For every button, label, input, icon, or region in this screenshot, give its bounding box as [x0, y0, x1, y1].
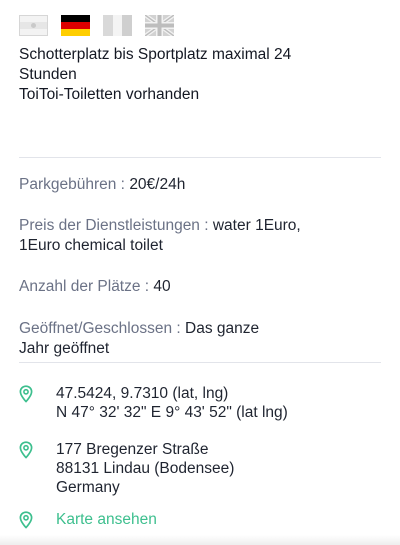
address-street: 177 Bregenzer Straße [56, 441, 209, 458]
spot-count-value: 40 [153, 278, 171, 295]
map-link-row: Karte ansehen [19, 510, 381, 529]
parking-fee-value: 20€/24h [129, 176, 186, 193]
divider [19, 157, 381, 158]
flag-icon[interactable] [103, 15, 132, 36]
parking-fee-label: Parkgebühren : [19, 176, 125, 193]
address: 177 Bregenzer Straße 88131 Lindau (Boden… [19, 440, 381, 497]
service-prices: Preis der Dienstleistungen : water 1Euro… [19, 216, 381, 256]
opening-status-label: Geöffnet/Geschlossen : [19, 320, 181, 337]
flag-de-icon[interactable] [61, 15, 90, 36]
address-country: Germany [56, 479, 120, 496]
opening-status-value: Das ganze [185, 320, 260, 337]
description-line: ToiToi-Toiletten vorhanden [19, 86, 200, 103]
opening-status: Geöffnet/Geschlossen : Das ganze Jahr ge… [19, 319, 381, 359]
map-pin-icon [19, 441, 33, 459]
view-map-link[interactable]: Karte ansehen [56, 511, 157, 528]
service-prices-value-cont: 1Euro chemical toilet [19, 237, 163, 254]
divider [19, 362, 381, 363]
coordinates: 47.5424, 9.7310 (lat, lng) N 47° 32' 32"… [19, 384, 381, 422]
flag-icon[interactable] [19, 15, 48, 36]
flag-uk-icon[interactable] [145, 15, 174, 36]
place-description: Schotterplatz bis Sportplatz maximal 24 … [19, 45, 381, 105]
address-city: 88131 Lindau (Bodensee) [56, 460, 235, 477]
description-line: Schotterplatz bis Sportplatz maximal 24 [19, 46, 292, 63]
map-pin-icon [19, 385, 33, 403]
bottom-shadow [0, 535, 400, 545]
language-selector [19, 15, 174, 36]
map-pin-icon [19, 511, 33, 529]
service-prices-value: water 1Euro, [212, 217, 301, 234]
spot-count-label: Anzahl der Plätze : [19, 278, 150, 295]
service-prices-label: Preis der Dienstleistungen : [19, 217, 209, 234]
coordinates-dms: N 47° 32' 32" E 9° 43' 52" (lat lng) [56, 404, 288, 421]
description-line: Stunden [19, 66, 77, 83]
coordinates-decimal: 47.5424, 9.7310 (lat, lng) [56, 385, 229, 402]
parking-fee: Parkgebühren : 20€/24h [19, 175, 381, 195]
spot-count: Anzahl der Plätze : 40 [19, 277, 381, 297]
opening-status-value-cont: Jahr geöffnet [19, 340, 110, 357]
